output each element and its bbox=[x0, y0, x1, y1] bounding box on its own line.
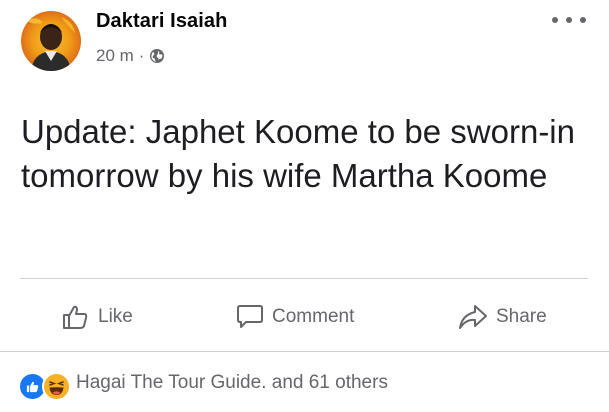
globe-icon[interactable] bbox=[149, 48, 165, 64]
post-meta: 20 m · bbox=[96, 45, 165, 67]
avatar[interactable] bbox=[21, 11, 81, 71]
reactions-text: Hagai The Tour Guide. and 61 others bbox=[76, 372, 388, 393]
comment-bubble-icon bbox=[237, 305, 263, 328]
meta-separator: · bbox=[138, 46, 145, 65]
post-text: Update: Japhet Koome to be sworn-in tomo… bbox=[21, 113, 575, 194]
more-dot-icon bbox=[580, 17, 586, 23]
author-name[interactable]: Daktari Isaiah bbox=[96, 10, 227, 33]
divider bbox=[20, 278, 588, 279]
share-button[interactable]: Share bbox=[458, 290, 547, 344]
divider bbox=[0, 351, 609, 352]
reactions-summary[interactable]: Hagai The Tour Guide. and 61 others bbox=[18, 366, 388, 401]
like-button[interactable]: Like bbox=[62, 290, 133, 344]
more-dot-icon bbox=[552, 17, 558, 23]
share-arrow-icon bbox=[459, 305, 487, 329]
more-options-button[interactable] bbox=[552, 10, 586, 30]
haha-reaction-icon bbox=[42, 372, 71, 401]
comment-label: Comment bbox=[272, 306, 355, 327]
post-header: Daktari Isaiah 20 m · bbox=[0, 0, 609, 80]
thumbs-up-icon bbox=[63, 305, 88, 329]
like-label: Like bbox=[98, 306, 133, 327]
more-dot-icon bbox=[566, 17, 572, 23]
reaction-icons bbox=[18, 368, 74, 401]
post-timestamp[interactable]: 20 m bbox=[96, 46, 134, 66]
comment-button[interactable]: Comment bbox=[236, 290, 354, 344]
post-actions: Like Comment Share bbox=[20, 290, 588, 344]
share-label: Share bbox=[496, 306, 547, 327]
